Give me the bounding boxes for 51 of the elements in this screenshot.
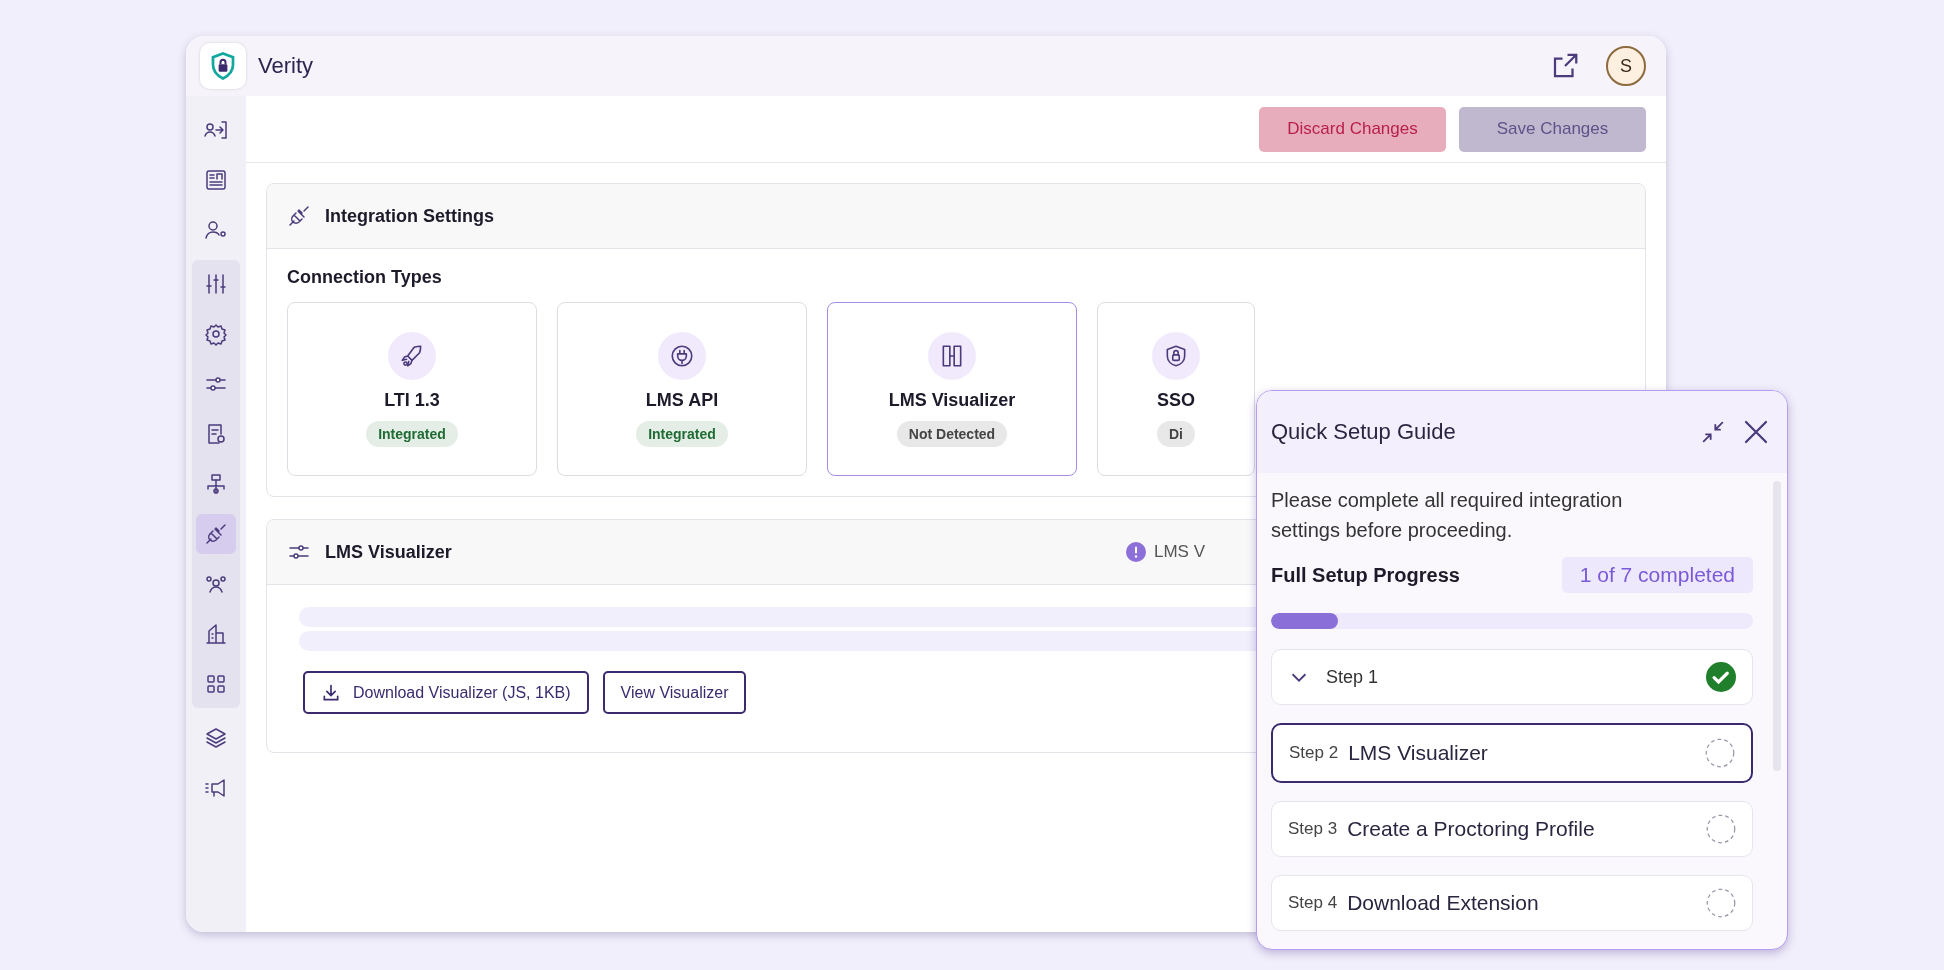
section-heading: Connection Types <box>287 267 443 288</box>
panel-title: Integration Settings <box>325 205 494 227</box>
connection-card[interactable]: LMS API Integrated <box>557 302 807 476</box>
step-title: LMS Visualizer <box>1348 741 1488 765</box>
user-gear-icon <box>204 218 228 242</box>
connection-card[interactable]: SSO Di <box>1097 302 1255 476</box>
status-label: Integrated <box>636 420 728 447</box>
sliders-icon <box>204 272 228 296</box>
status-label: Di <box>1157 420 1195 447</box>
plug-icon <box>204 522 228 546</box>
progress-label: Full Setup Progress <box>1271 563 1460 587</box>
building-icon <box>204 622 228 646</box>
settings-icon <box>204 322 228 346</box>
grid-icon <box>204 672 228 696</box>
status-text: LMS V <box>1153 542 1205 562</box>
progress-count: 1 of 7 completed <box>1561 557 1753 593</box>
step-title: Create a Proctoring Profile <box>1347 817 1595 841</box>
columns-icon <box>928 331 976 380</box>
layers-icon <box>204 726 228 750</box>
step-item[interactable]: Step 4 Download Extension <box>1271 875 1753 931</box>
login-icon <box>204 118 228 142</box>
step-label: Step 1 <box>1326 666 1379 688</box>
step-title: Download Extension <box>1347 891 1539 915</box>
status-label: Not Detected <box>896 420 1008 447</box>
info-icon <box>1125 542 1146 562</box>
step-item[interactable]: Step 3 Create a Proctoring Profile <box>1271 801 1753 857</box>
report-icon <box>204 168 228 192</box>
step-label: Step 2 <box>1289 743 1339 763</box>
plug-icon <box>287 204 311 228</box>
download-button[interactable]: Download Visualizer (JS, 1KB) <box>303 671 589 714</box>
app-name: Verity <box>258 53 314 79</box>
guide-message: Please complete all required integration settings before proceeding. <box>1271 488 1624 543</box>
network-icon <box>204 472 228 496</box>
plug-icon <box>658 331 706 380</box>
step-label: Step 4 <box>1288 893 1338 913</box>
connection-card[interactable]: LMS Visualizer Not Detected <box>827 302 1077 476</box>
step-label: Step 3 <box>1288 819 1338 839</box>
connection-card[interactable]: LTI 1.3 Integrated <box>287 302 537 476</box>
sidebar-item[interactable] <box>196 514 236 554</box>
status-label: Integrated <box>366 420 458 447</box>
shield-lock-logo-icon <box>200 43 246 89</box>
view-button[interactable]: View Visualizer <box>602 671 747 714</box>
lock-icon <box>1152 331 1200 380</box>
panel-title: LMS Visualizer <box>325 541 452 563</box>
popup-title: Quick Setup Guide <box>1271 419 1456 445</box>
user-avatar[interactable]: S <box>1606 46 1646 86</box>
step-item[interactable]: Step 1 <box>1271 649 1753 705</box>
megaphone-icon <box>204 776 228 800</box>
download-icon <box>321 682 341 703</box>
step-item[interactable]: Step 2 LMS Visualizer <box>1271 723 1753 783</box>
rocket-icon <box>388 331 436 380</box>
